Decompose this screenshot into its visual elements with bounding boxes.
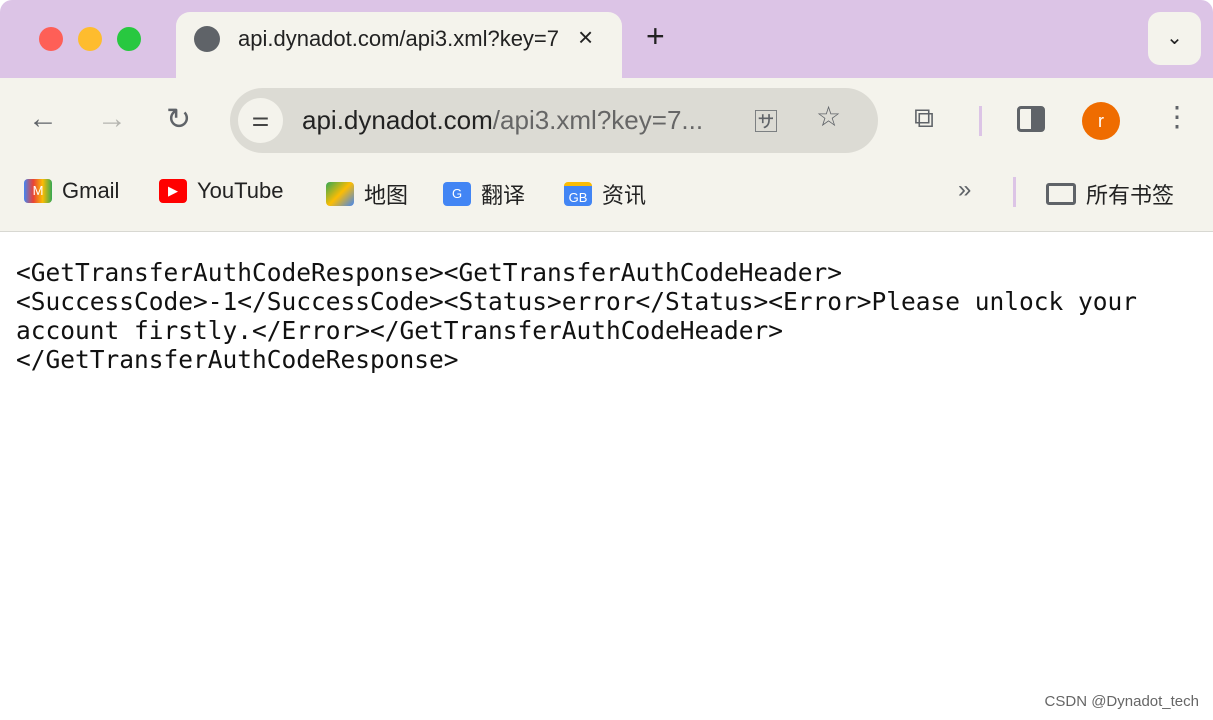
toolbar: ← → ↻ ⚌ api.dynadot.com/api3.xml?key=7..…	[0, 78, 1213, 232]
all-bookmarks-button[interactable]: 所有书签	[1046, 178, 1174, 210]
bookmark-label: 翻译	[481, 183, 526, 208]
globe-icon	[194, 26, 220, 52]
url-text[interactable]: api.dynadot.com/api3.xml?key=7...	[302, 105, 703, 136]
xml-line: account firstly.</Error></GetTransferAut…	[16, 316, 784, 345]
maps-icon	[326, 182, 354, 206]
xml-line: </GetTransferAuthCodeResponse>	[16, 345, 459, 374]
profile-avatar[interactable]: r	[1082, 102, 1120, 140]
bookmark-translate[interactable]: G 翻译	[443, 178, 525, 210]
extensions-puzzle-icon[interactable]: ⧉	[914, 102, 934, 135]
xml-line: <GetTransferAuthCodeResponse><GetTransfe…	[16, 258, 843, 287]
bookmark-news[interactable]: GB 资讯	[564, 178, 646, 210]
bookmark-label: 地图	[364, 183, 409, 208]
xml-response: <GetTransferAuthCodeResponse><GetTransfe…	[16, 258, 1137, 374]
reload-icon[interactable]: ↻	[166, 102, 191, 137]
divider	[979, 106, 982, 136]
back-arrow-icon[interactable]: ←	[28, 102, 58, 136]
bookmark-gmail[interactable]: M Gmail	[24, 178, 119, 204]
side-panel-icon[interactable]	[1017, 106, 1045, 132]
url-domain: api.dynadot.com	[302, 105, 493, 135]
all-bookmarks-label: 所有书签	[1086, 183, 1175, 208]
minimize-window-button[interactable]	[78, 27, 102, 51]
tab-search-chevron-down-icon[interactable]: ⌄	[1148, 12, 1201, 65]
more-menu-icon[interactable]: ⋮	[1163, 100, 1191, 133]
translate-icon: G	[443, 182, 471, 206]
bookmark-label: YouTube	[197, 178, 284, 203]
gmail-icon: M	[24, 179, 52, 203]
site-settings-icon[interactable]: ⚌	[238, 98, 283, 143]
more-bookmarks-chevron-icon[interactable]: »	[958, 176, 971, 204]
translate-page-icon[interactable]: 🈂	[754, 102, 778, 137]
bookmark-label: 资讯	[602, 183, 647, 208]
tab-strip: api.dynadot.com/api3.xml?key=7... × + ⌄	[0, 0, 1213, 82]
address-bar[interactable]: ⚌ api.dynadot.com/api3.xml?key=7... 🈂 ☆	[230, 88, 878, 153]
close-window-button[interactable]	[39, 27, 63, 51]
bookmark-label: Gmail	[62, 178, 120, 203]
tab-title: api.dynadot.com/api3.xml?key=7...	[238, 26, 560, 51]
folder-icon	[1046, 183, 1076, 205]
new-tab-button[interactable]: +	[646, 18, 665, 55]
maximize-window-button[interactable]	[117, 27, 141, 51]
url-path: /api3.xml?key=7...	[492, 105, 704, 135]
news-icon: GB	[564, 182, 592, 206]
tab-close-icon[interactable]: ×	[578, 22, 593, 53]
forward-arrow-icon[interactable]: →	[97, 102, 127, 136]
watermark: CSDN @Dynadot_tech	[1044, 693, 1199, 710]
divider	[1013, 177, 1016, 207]
active-tab[interactable]: api.dynadot.com/api3.xml?key=7... ×	[176, 12, 622, 82]
bookmark-youtube[interactable]: ▶ YouTube	[159, 178, 283, 204]
star-icon[interactable]: ☆	[816, 100, 841, 133]
youtube-icon: ▶	[159, 179, 187, 203]
bookmark-maps[interactable]: 地图	[326, 178, 408, 210]
xml-line: <SuccessCode>-1</SuccessCode><Status>err…	[16, 287, 1138, 316]
